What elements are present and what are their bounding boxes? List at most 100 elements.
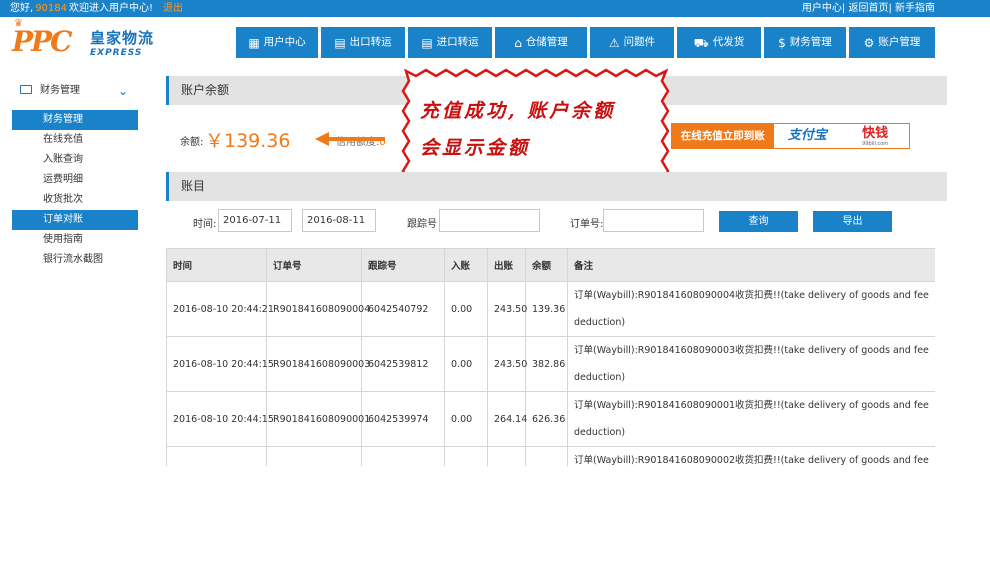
column-header-tracking: 跟踪号 <box>361 248 445 282</box>
sidebar-item-freight-details[interactable]: 运费明细 <box>12 170 138 190</box>
bus-icon: ⛟ <box>693 35 709 50</box>
query-button[interactable]: 查询 <box>719 211 798 232</box>
sidebar-item-guide[interactable]: 使用指南 <box>12 230 138 250</box>
nav-import-forwarding[interactable]: ▤ 进口转运 <box>408 27 492 58</box>
start-date-input[interactable]: 2016-07-11 <box>218 209 292 232</box>
logo-name-en: EXPRESS <box>90 48 143 58</box>
logout-link[interactable]: 退出 <box>163 3 183 14</box>
sidebar-title: 财务管理 <box>40 85 80 96</box>
cell-in <box>444 446 488 466</box>
cell-tracking: 6042539974 <box>361 391 445 447</box>
cell-time: 2016-08-10 20:44:15 <box>166 336 274 392</box>
money-icon <box>20 84 32 94</box>
welcome-area: 您好, 90184 欢迎进入用户中心! 退出 <box>10 0 183 17</box>
sidebar-item-finance[interactable]: 财务管理 <box>12 110 138 130</box>
cell-time: 2016-08-10 20:44:21 <box>166 281 274 337</box>
kuaiqian-name: 快钱 <box>862 126 889 141</box>
list-icon: ▤ <box>421 35 433 50</box>
chevron-down-icon[interactable]: ⌄ <box>118 80 128 102</box>
tracking-label: 跟踪号 <box>407 219 437 230</box>
kuaiqian-domain: 99bill.com <box>862 141 889 147</box>
nav-label: 问题件 <box>623 36 656 48</box>
cell-order: R901841608090001 <box>266 391 370 447</box>
nav-label: 出口转运 <box>349 36 392 48</box>
column-header-remark: 备注 <box>567 248 935 282</box>
arrow-left-icon <box>315 132 385 146</box>
export-button[interactable]: 导出 <box>813 211 892 232</box>
logo[interactable]: ♛ PPC 皇家物流 EXPRESS <box>12 18 172 61</box>
cell-time: 2016-08-10 20:44:15 <box>166 391 274 447</box>
callout-line-2: 会显示金额 <box>420 137 531 159</box>
column-header-in: 入账 <box>444 248 488 282</box>
column-header-order: 订单号 <box>266 248 362 282</box>
nav-problem-items[interactable]: ⚠ 问题件 <box>590 27 674 58</box>
nav-dropship[interactable]: ⛟ 代发货 <box>677 27 761 58</box>
ledger-table: 时间 订单号 跟踪号 入账 出账 余额 备注 2016-08-10 20:44:… <box>166 248 935 466</box>
nav-user-center[interactable]: ▦ 用户中心 <box>236 27 318 58</box>
table-row: 2016-08-10 20:44:15 R901841608090001 604… <box>166 391 935 447</box>
cell-balance <box>525 446 568 466</box>
recharge-button[interactable]: 在线充值立即到账 <box>672 124 774 148</box>
balance-label: 余额: <box>180 137 204 148</box>
cell-tracking: 6042540792 <box>361 281 445 337</box>
recharge-banner[interactable]: 在线充值立即到账 支付宝 快钱 99bill.com <box>671 123 910 149</box>
order-number-input[interactable] <box>603 209 704 232</box>
list-icon: ▤ <box>334 35 346 50</box>
table-header-row: 时间 订单号 跟踪号 入账 出账 余额 备注 <box>166 248 935 282</box>
sidebar-item-order-reconciliation[interactable]: 订单对账 <box>12 210 138 230</box>
greeting-text: 您好, <box>10 3 34 14</box>
nav-warehouse[interactable]: ⌂ 仓储管理 <box>495 27 587 58</box>
cell-in: 0.00 <box>444 391 488 447</box>
cell-order <box>266 446 362 466</box>
cell-tracking: 6042539812 <box>361 336 445 392</box>
ledger-panel-title: 账目 <box>166 172 947 201</box>
end-date-input[interactable]: 2016-08-11 <box>302 209 376 232</box>
cell-remark: 订单(Waybill):R901841608090001收货扣费!!(take … <box>567 391 935 447</box>
order-label: 订单号: <box>570 219 604 230</box>
dollar-icon: $ <box>778 35 786 50</box>
nav-account[interactable]: ⚙ 账户管理 <box>849 27 935 58</box>
warning-icon: ⚠ <box>608 35 620 50</box>
column-header-out: 出账 <box>487 248 526 282</box>
logo-name-cn: 皇家物流 <box>90 29 155 47</box>
sidebar-item-deposit-query[interactable]: 入账查询 <box>12 150 138 170</box>
cell-remark: 订单(Waybill):R901841608090003收货扣费!!(take … <box>567 336 935 392</box>
cell-balance: 626.36 <box>525 391 568 447</box>
alipay-logo[interactable]: 支付宝 <box>774 124 842 148</box>
tracking-number-input[interactable] <box>439 209 540 232</box>
cell-out: 243.50 <box>487 281 527 337</box>
sidebar-item-online-recharge[interactable]: 在线充值 <box>12 130 138 150</box>
welcome-text: 欢迎进入用户中心! <box>69 3 154 14</box>
top-links[interactable]: 用户中心| 返回首页| 新手指南 <box>802 0 935 17</box>
cell-remark: 订单(Waybill):R901841608090004收货扣费!!(take … <box>567 281 935 337</box>
cell-out: 243.50 <box>487 336 527 392</box>
column-header-balance: 余额 <box>525 248 568 282</box>
user-id: 90184 <box>35 3 67 14</box>
cell-out: 264.14 <box>487 391 527 447</box>
nav-finance[interactable]: $ 财务管理 <box>764 27 846 58</box>
nav-label: 财务管理 <box>789 36 832 48</box>
cell-time <box>166 446 267 466</box>
nav-label: 账户管理 <box>878 36 921 48</box>
grid-icon: ▦ <box>248 35 260 50</box>
kuaiqian-logo[interactable]: 快钱 99bill.com <box>841 124 909 148</box>
sidebar-header[interactable]: 财务管理 ⌄ <box>12 80 138 102</box>
sidebar-item-bank-screenshot[interactable]: 银行流水截图 <box>12 250 138 270</box>
sidebar: 财务管理 ⌄ 财务管理 在线充值 入账查询 运费明细 收货批次 订单对账 使用指… <box>12 80 138 270</box>
cell-order: R901841608090004 <box>266 281 370 337</box>
top-bar: 您好, 90184 欢迎进入用户中心! 退出 用户中心| 返回首页| 新手指南 <box>0 0 990 17</box>
top-links-text[interactable]: 用户中心| 返回首页| 新手指南 <box>802 3 935 14</box>
ledger-table-container: 时间 订单号 跟踪号 入账 出账 余额 备注 2016-08-10 20:44:… <box>166 248 935 466</box>
sidebar-item-receiving-batch[interactable]: 收货批次 <box>12 190 138 210</box>
cell-balance: 382.86 <box>525 336 568 392</box>
home-icon: ⌂ <box>514 35 522 50</box>
cell-remark: 订单(Waybill):R901841608090002收货扣费!!(take … <box>567 446 935 466</box>
table-row: 订单(Waybill):R901841608090002收货扣费!!(take … <box>166 446 935 466</box>
nav-label: 用户中心 <box>263 36 306 48</box>
nav-label: 进口转运 <box>436 36 479 48</box>
main-nav: ▦ 用户中心 ▤ 出口转运 ▤ 进口转运 ⌂ 仓储管理 ⚠ 问题件 ⛟ 代发货 $ 财务管理 … <box>236 27 935 58</box>
table-row: 2016-08-10 20:44:21 R901841608090004 604… <box>166 281 935 337</box>
sidebar-menu: 财务管理 在线充值 入账查询 运费明细 收货批次 订单对账 使用指南 银行流水截… <box>12 110 138 270</box>
nav-export-forwarding[interactable]: ▤ 出口转运 <box>321 27 405 58</box>
cell-order: R901841608090003 <box>266 336 370 392</box>
